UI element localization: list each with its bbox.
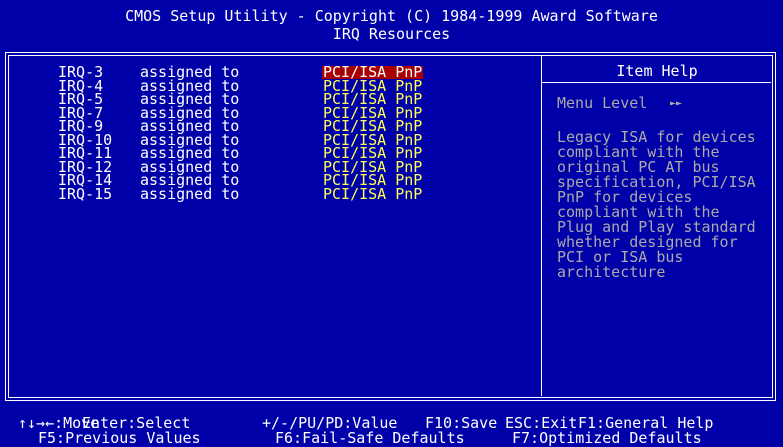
menu-level-arrow-icon: ►►: [670, 98, 683, 109]
help-description: Legacy ISA for devices compliant with the…: [557, 130, 777, 281]
item-help-title: Item Help: [616, 62, 698, 80]
footer-key-hint: F6:Fail-Safe Defaults: [275, 429, 465, 447]
page-title: IRQ Resources: [332, 25, 451, 43]
irq-row[interactable]: IRQ-15 assigned to PCI/ISA PnP: [0, 184, 540, 203]
help-title-divider: [541, 82, 771, 83]
utility-title: CMOS Setup Utility - Copyright (C) 1984-…: [125, 7, 658, 25]
footer-key-hint: F5:Previous Values: [38, 429, 201, 447]
footer-key-hint: F7:Optimized Defaults: [512, 429, 702, 447]
irq-name: IRQ-15: [58, 184, 113, 203]
irq-value-field[interactable]: PCI/ISA PnP: [322, 186, 423, 201]
panel-divider: [541, 55, 542, 396]
help-line: architecture: [557, 263, 666, 281]
irq-assign-label: assigned to: [140, 184, 240, 203]
menu-level-label: Menu Level: [557, 94, 648, 112]
bios-screen: CMOS Setup Utility - Copyright (C) 1984-…: [0, 0, 783, 447]
